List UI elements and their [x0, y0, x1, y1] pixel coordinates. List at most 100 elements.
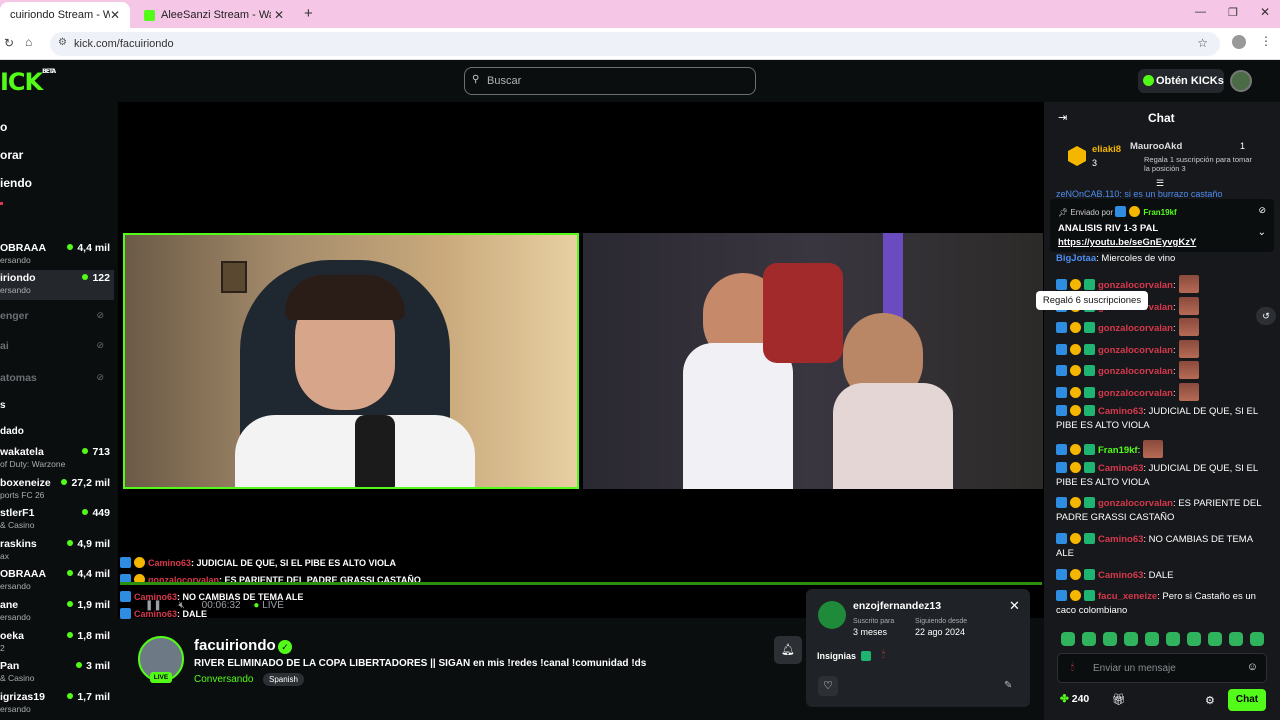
chat-username[interactable]: Camino63 [1098, 534, 1143, 545]
sub-badge-icon[interactable] [1084, 387, 1095, 398]
get-kicks-button[interactable]: Obtén KICKs [1138, 69, 1224, 93]
gifter-badge-icon[interactable] [1070, 279, 1081, 290]
gifter-badge-icon[interactable] [1070, 497, 1081, 508]
filter-icon[interactable]: ☰ [1156, 178, 1164, 189]
sub-badge-icon[interactable] [1084, 365, 1095, 376]
url-field[interactable]: ⚙ kick.com/facuiriondo ☆ [50, 32, 1220, 56]
new-tab-icon[interactable]: + [304, 5, 313, 22]
emoji-icon[interactable]: ☺ [1247, 661, 1258, 673]
pause-icon[interactable]: ❚❚ [145, 600, 162, 611]
sub-badge-icon[interactable] [1084, 497, 1095, 508]
gifter-badge-icon[interactable] [1070, 322, 1081, 333]
chat-username[interactable]: gonzalocorvalan [1098, 323, 1173, 334]
sidebar-channel-offline[interactable]: atomas ⊘ [0, 370, 114, 400]
close-card-icon[interactable]: ✕ [1009, 598, 1020, 614]
follow-heart-button[interactable]: ♡ [818, 676, 838, 696]
close-tab-icon[interactable]: ✕ [110, 8, 120, 22]
minimize-icon[interactable]: — [1195, 6, 1206, 18]
sidebar-channel-active[interactable]: iriondo ersando 122 [0, 270, 114, 300]
chat-username[interactable]: gonzalocorvalan [1098, 388, 1173, 399]
home-icon[interactable]: ⌂ [25, 35, 32, 49]
sub-badge-icon[interactable] [1084, 444, 1095, 455]
chat-username[interactable]: Fran19kf [1098, 445, 1138, 456]
sub-badge-icon[interactable] [1084, 462, 1095, 473]
leaderboard-user[interactable]: eliaki8 [1092, 144, 1121, 155]
profile-avatar-icon[interactable] [1232, 35, 1246, 49]
sidebar-recommended-channel[interactable]: wakatela of Duty: Warzone 713 [0, 444, 114, 474]
chat-username[interactable]: gonzalocorvalan [1098, 280, 1173, 291]
browser-tab-active[interactable]: cuiriondo Stream - Watch Liv ✕ [0, 2, 130, 28]
collapse-chat-icon[interactable]: ⇥ [1058, 111, 1067, 124]
gifter-badge-icon[interactable] [1070, 569, 1081, 580]
streamer-name[interactable]: facuiriondo [194, 637, 276, 654]
reload-icon[interactable]: ↻ [4, 36, 14, 50]
sidebar-channel-offline[interactable]: ai ⊘ [0, 338, 114, 368]
sub-badge-icon[interactable] [1084, 279, 1095, 290]
chat-username[interactable]: Camino63 [1098, 463, 1143, 474]
chevron-down-icon[interactable]: ⌄ [1258, 227, 1266, 238]
subscriber-name[interactable]: enzojfernandez13 [853, 600, 941, 612]
sub-badge-icon[interactable] [1084, 344, 1095, 355]
sidebar-nav-following[interactable]: iendo [0, 176, 32, 190]
send-chat-button[interactable]: Chat [1228, 689, 1266, 711]
chat-username[interactable]: Camino63 [1098, 406, 1143, 417]
window-close-icon[interactable]: ✕ [1260, 5, 1270, 19]
stream-category[interactable]: Conversando [194, 674, 253, 685]
browser-tab[interactable]: AleeSanzi Stream - Watch Live ✕ [134, 2, 294, 28]
notification-bell-button[interactable]: 🔔︎ [774, 636, 802, 664]
badge-selector-icon[interactable]: 🕯︎ [1071, 662, 1074, 673]
mod-badge-icon[interactable] [1056, 462, 1067, 473]
sidebar-channel[interactable]: OBRAAA ersando 4,4 mil [0, 240, 114, 270]
mod-badge-icon[interactable] [1056, 279, 1067, 290]
sidebar-recommended-channel[interactable]: OBRAAA ersando 4,4 mil [0, 566, 114, 596]
sidebar-recommended-channel[interactable]: ane ersando 1,9 mil [0, 597, 114, 627]
sub-badge-icon[interactable] [1084, 533, 1095, 544]
gifter-badge-icon[interactable] [1070, 365, 1081, 376]
mod-badge-icon[interactable] [1056, 497, 1067, 508]
kick-logo[interactable]: ICKBETA [0, 68, 56, 96]
gifter-badge-icon[interactable] [1070, 387, 1081, 398]
restore-icon[interactable]: ❐ [1228, 6, 1238, 19]
mod-badge-icon[interactable] [1056, 569, 1067, 580]
pinned-sender[interactable]: Fran19kf [1143, 208, 1176, 217]
sidebar-recommended-channel[interactable]: Pan & Casino 3 mil [0, 658, 114, 688]
mod-badge-icon[interactable] [1056, 344, 1067, 355]
video-progress-bar[interactable] [120, 582, 1042, 585]
pinned-message[interactable]: 📌︎ Enviado por Fran19kf ⊘ ANALISIS RIV 1… [1050, 199, 1274, 252]
gifter-badge-icon[interactable] [1070, 444, 1081, 455]
chat-username[interactable]: Camino63 [1098, 570, 1143, 581]
language-tag[interactable]: Spanish [263, 673, 304, 686]
user-avatar[interactable] [1230, 70, 1252, 92]
emote-bar[interactable] [1061, 632, 1271, 651]
close-tab-icon[interactable]: ✕ [274, 8, 284, 22]
browser-menu-icon[interactable]: ⋮ [1260, 34, 1272, 48]
sub-badge-icon[interactable] [1084, 322, 1095, 333]
sidebar-recommended-channel[interactable]: boxeneize ports FC 26 27,2 mil [0, 475, 114, 505]
chat-input[interactable]: 🕯︎ Enviar un mensaje ☺ [1057, 653, 1267, 683]
sidebar-recommended-channel[interactable]: raskins ax 4,9 mil [0, 536, 114, 566]
sidebar-recommended-channel[interactable]: stlerF1 & Casino 449 [0, 505, 114, 535]
mute-icon[interactable]: 🔇︎ [179, 600, 185, 611]
mod-badge-icon[interactable] [1056, 365, 1067, 376]
bookmark-star-icon[interactable]: ☆ [1197, 36, 1208, 50]
mod-badge-icon[interactable] [1056, 387, 1067, 398]
unpin-icon[interactable]: ⊘ [1258, 205, 1266, 216]
sub-badge-icon[interactable] [1084, 405, 1095, 416]
chat-username[interactable]: gonzalocorvalan [1098, 345, 1173, 356]
sub-badge-icon[interactable] [1084, 590, 1095, 601]
pin-icon[interactable]: ✎ [1004, 680, 1012, 691]
gifter-badge-icon[interactable] [1070, 462, 1081, 473]
mod-badge-icon[interactable] [1056, 590, 1067, 601]
pinned-link[interactable]: https://youtu.be/seGnEyvgKzY [1058, 237, 1196, 248]
mod-badge-icon[interactable] [1056, 405, 1067, 416]
video-player[interactable] [118, 102, 1044, 618]
chat-username[interactable]: gonzalocorvalan [1098, 498, 1173, 509]
sidebar-nav-browse[interactable]: orar [0, 148, 23, 162]
sidebar-recommended-channel[interactable]: oeka 2 1,8 mil [0, 628, 114, 658]
site-info-icon[interactable]: ⚙ [58, 37, 67, 48]
mod-badge-icon[interactable] [1056, 533, 1067, 544]
chat-settings-icon[interactable]: ⚙ [1205, 694, 1215, 707]
gifter-badge-icon[interactable] [1070, 533, 1081, 544]
mod-badge-icon[interactable] [1056, 322, 1067, 333]
sub-badge-icon[interactable] [1084, 569, 1095, 580]
